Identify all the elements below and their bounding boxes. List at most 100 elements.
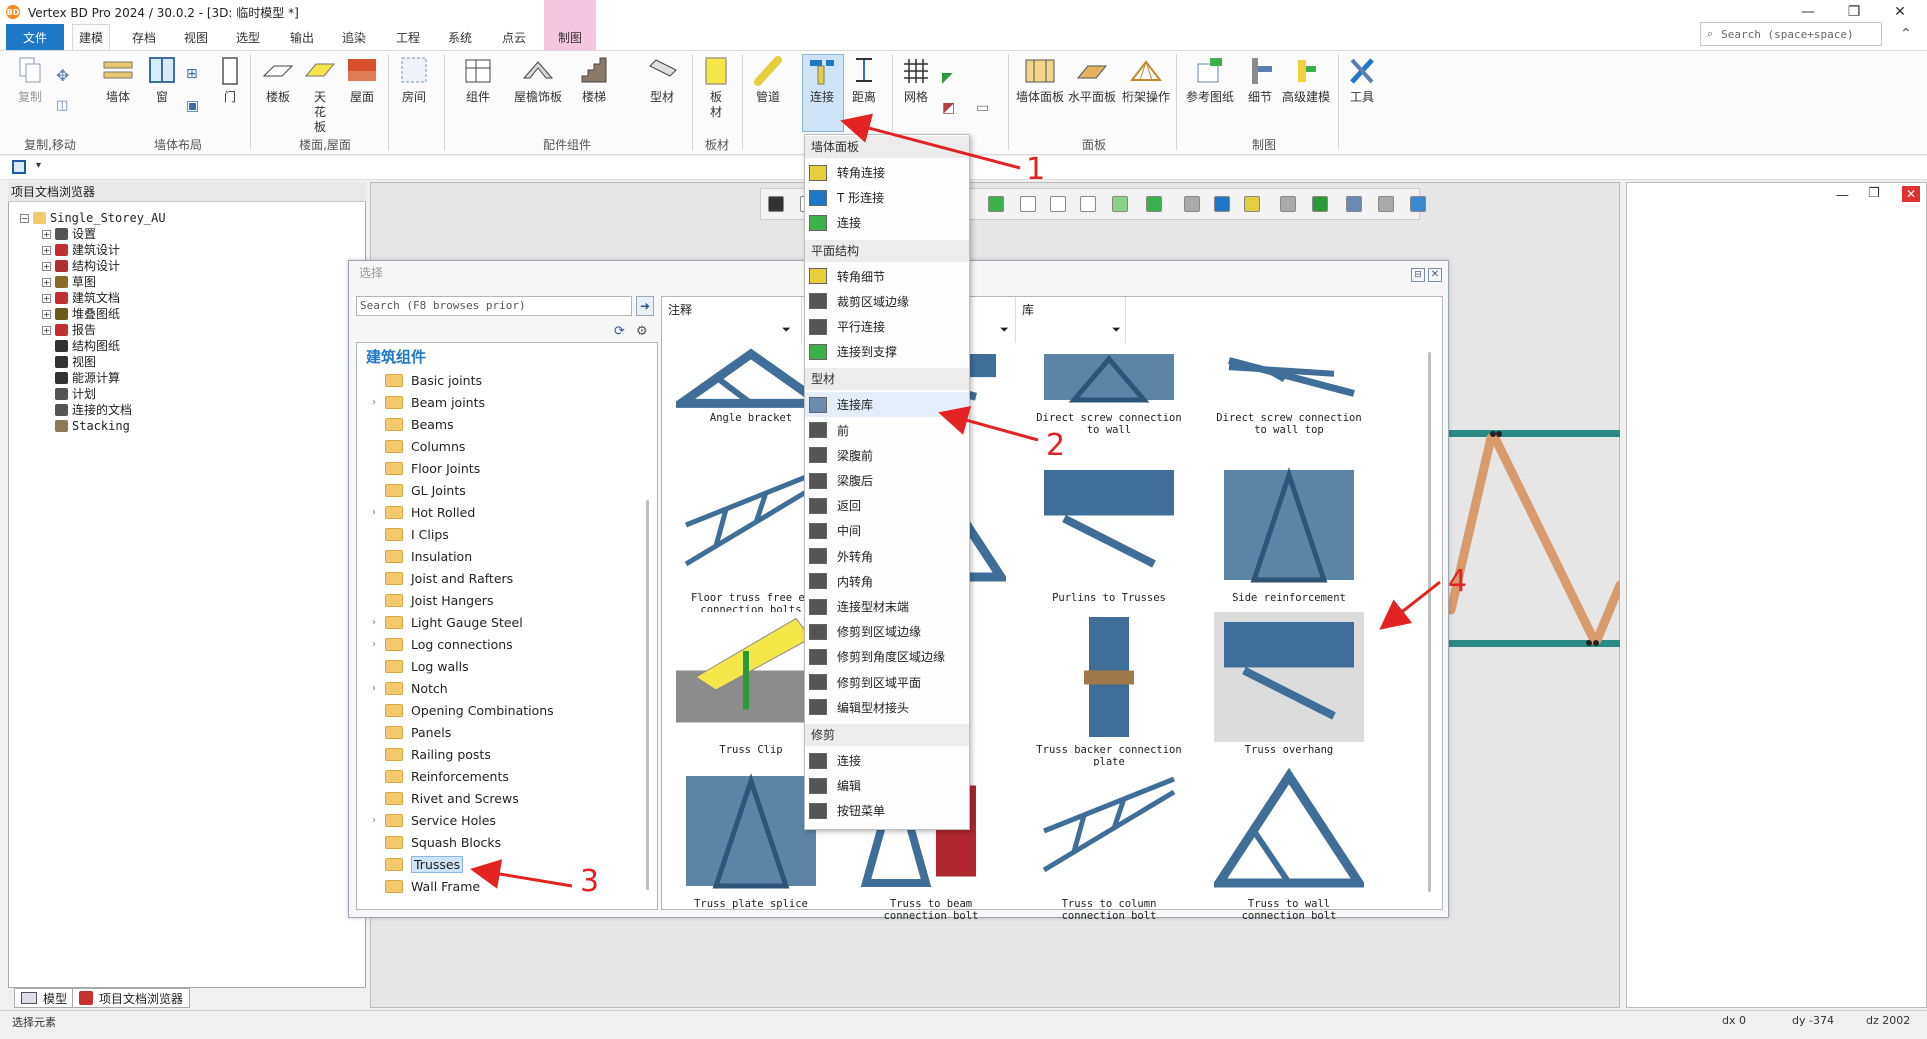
folder-item[interactable]: › Service Holes [368,810,496,830]
tab-view[interactable]: 视图 [176,24,216,50]
move-icon[interactable]: ✥ [56,66,69,85]
view-tool-icon[interactable] [1020,196,1036,212]
menu-item[interactable]: 梁腹前 [805,443,969,468]
maximize-button[interactable]: ❐ [1831,0,1877,24]
folder-item[interactable]: Opening Combinations [368,700,554,720]
view-tool-icon[interactable] [1214,196,1230,212]
roof-button[interactable]: 屋面 [346,56,378,105]
menu-item[interactable]: 连接型材末端 [805,594,969,619]
view-tool-icon[interactable] [1346,196,1362,212]
tab-drafting[interactable]: 制图 [544,0,596,50]
expand-arrow-icon[interactable]: › [368,397,380,408]
menu-item[interactable]: 修剪到区域边缘 [805,619,969,644]
view-tool-icon[interactable] [1112,196,1128,212]
gallery-thumbnail[interactable]: Truss overhang [1214,612,1364,756]
menu-item[interactable]: 连接 [805,210,969,235]
folder-item[interactable]: GL Joints [368,480,466,500]
folder-item[interactable]: › Beam joints [368,392,485,412]
menu-item[interactable]: 连接库 [805,392,969,418]
wall-panel-button[interactable]: 墙体面板 [1016,56,1064,105]
tab-archive[interactable]: 存档 [124,24,164,50]
column-header-notes[interactable]: 注释 ⏷ [662,297,802,343]
ceiling-button[interactable]: 天花板 [304,56,336,135]
component-button[interactable]: 组件 [462,56,494,105]
tab-output[interactable]: 输出 [282,24,322,50]
tab-pointcloud[interactable]: 点云 [494,24,534,50]
tree-expander-icon[interactable]: + [42,229,51,239]
gallery-thumbnail[interactable]: Truss to column connection bolt [1034,766,1184,922]
filter-icon[interactable]: ⏷ [1000,323,1009,337]
folder-scrollbar[interactable] [646,500,649,890]
gallery-thumbnail[interactable]: Direct screw connection to wall [1034,344,1184,436]
menu-item[interactable]: 编辑 [805,773,969,798]
qat-dropdown-icon[interactable]: ▾ [36,160,41,171]
profile-button[interactable]: 型材 [646,56,678,105]
copy-button[interactable]: 复制 [14,56,46,105]
room-button[interactable]: 房间 [398,56,430,105]
view-tool-icon[interactable] [1244,196,1260,212]
tab-project[interactable]: 工程 [388,24,428,50]
truss-model[interactable] [1449,420,1620,660]
refresh-icon[interactable]: ⟳ [614,324,625,339]
gallery-thumbnail[interactable]: Direct screw connection to wall top [1214,344,1364,436]
folder-item[interactable]: Columns [368,436,465,456]
gallery-thumbnail[interactable]: Truss backer connection plate [1034,612,1184,768]
menu-item[interactable]: T 形连接 [805,185,969,210]
wall-button[interactable]: 墙体 [102,56,134,105]
tree-item[interactable]: + 堆叠图纸 [42,306,120,322]
view-tool-icon[interactable] [1080,196,1096,212]
grid-button[interactable]: 网格 [900,56,932,105]
pipe-button[interactable]: 管道 [752,56,784,105]
detail-button[interactable]: 细节 [1244,56,1276,105]
folder-item[interactable]: Reinforcements [368,766,509,786]
dialog-restore-button[interactable]: ⊟ [1411,268,1425,282]
expand-arrow-icon[interactable]: › [368,683,380,694]
view-tool-icon[interactable] [1050,196,1066,212]
tree-expander-icon[interactable]: − [20,213,29,223]
ref-drawing-button[interactable]: 参考图纸 [1186,56,1234,105]
gallery-thumbnail[interactable]: Truss to wall connection bolt [1214,766,1364,922]
folder-item[interactable]: Railing posts [368,744,491,764]
folder-item[interactable]: Joist and Rafters [368,568,513,588]
grid-tool-icon[interactable]: ◤ [942,70,953,86]
plate-button[interactable]: 板材 [700,56,732,120]
menu-item[interactable]: 外转角 [805,544,969,569]
menu-item[interactable]: 编辑型材接头 [805,695,969,720]
library-search-input[interactable]: Search (F8 browses prior) [356,296,632,316]
column-header-mid[interactable]: ⏷ [970,297,1016,343]
view-tool-icon[interactable] [1378,196,1394,212]
connect-button[interactable]: 连接 [806,56,838,105]
filter-icon[interactable]: ⏷ [782,323,791,337]
expand-arrow-icon[interactable]: › [368,815,380,826]
folder-item[interactable]: Joist Hangers [368,590,493,610]
tree-item[interactable]: + 建筑设计 [42,242,120,258]
gallery-thumbnail[interactable]: Purlins to Trusses [1034,460,1184,604]
view-tool-icon[interactable] [988,196,1004,212]
gallery-scrollbar[interactable] [1428,352,1431,892]
tab-selection[interactable]: 选型 [228,24,268,50]
tree-item[interactable]: 结构图纸 [42,338,120,354]
distance-button[interactable]: 距离 [848,56,880,105]
mirror-icon[interactable]: ◫ [56,98,68,113]
menu-item[interactable]: 前 [805,418,969,443]
search-go-icon[interactable]: ➜ [636,296,654,316]
view-tool-icon[interactable] [1410,196,1426,212]
tree-item[interactable]: 连接的文档 [42,402,132,418]
grid-edit-icon[interactable]: ◩ [942,100,955,116]
tree-expander-icon[interactable]: + [42,277,51,287]
save-icon[interactable] [12,160,26,174]
menu-item[interactable]: 中间 [805,518,969,543]
folder-item[interactable]: › Light Gauge Steel [368,612,523,632]
grid-option-icon[interactable]: ▭ [976,100,989,116]
tab-render[interactable]: 追染 [334,24,374,50]
tree-item[interactable]: 能源计算 [42,370,120,386]
menu-item[interactable]: 修剪到区域平面 [805,670,969,695]
view-tool-icon[interactable] [1184,196,1200,212]
tree-item[interactable]: 视图 [42,354,96,370]
expand-arrow-icon[interactable]: › [368,507,380,518]
tree-item[interactable]: + 报告 [42,322,96,338]
floor-panel-button[interactable]: 水平面板 [1068,56,1116,105]
tab-modeling[interactable]: 建模 [72,24,110,50]
tab-project-browser[interactable]: 项目文档浏览器 [72,988,191,1008]
folder-item[interactable]: Wall Frame [368,876,480,896]
